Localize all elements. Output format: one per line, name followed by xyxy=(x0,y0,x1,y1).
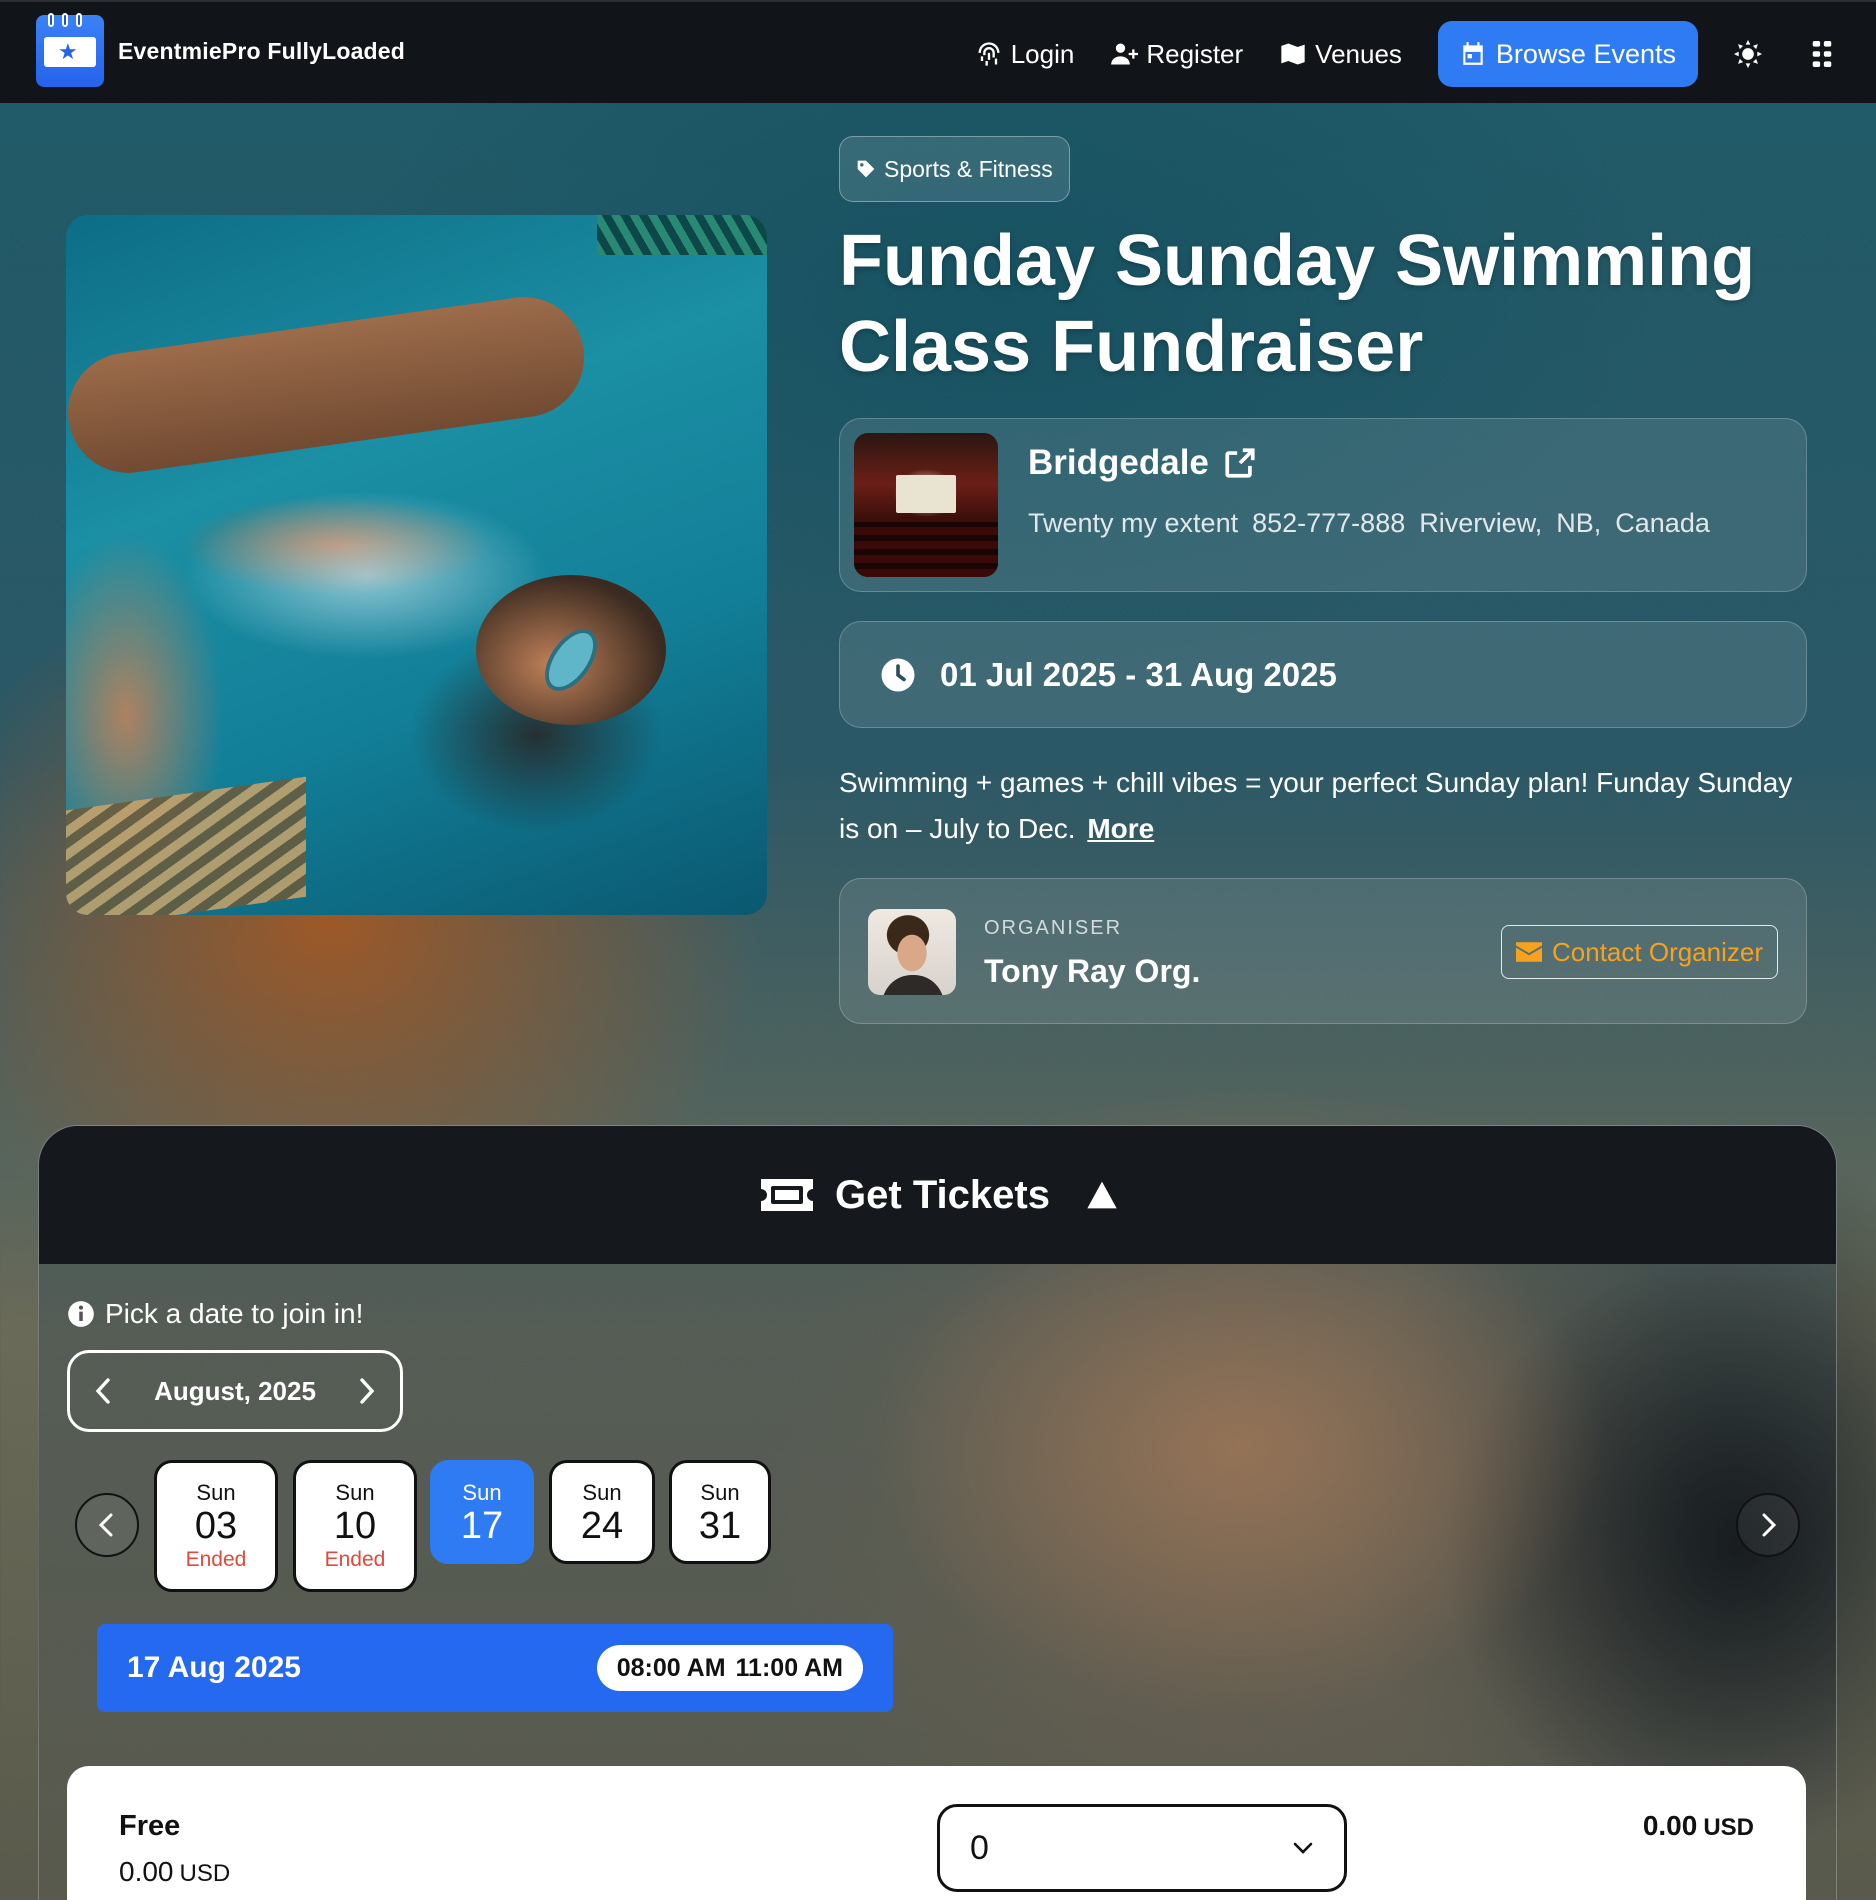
venue-phone: 852-777-888 xyxy=(1252,508,1406,538)
ticket-total-currency: USD xyxy=(1703,1814,1754,1841)
selected-date: 17 Aug 2025 xyxy=(127,1651,301,1684)
venue-city: Riverview, xyxy=(1419,508,1543,538)
date-tile-10[interactable]: Sun 10 Ended xyxy=(293,1460,417,1592)
organiser-avatar xyxy=(868,909,956,995)
date-tile-31[interactable]: Sun 31 xyxy=(669,1460,771,1564)
date-tile-03[interactable]: Sun 03 Ended xyxy=(154,1460,278,1592)
quantity-select[interactable]: 0 xyxy=(937,1804,1347,1892)
start-time: 08:00 AM xyxy=(616,1653,726,1682)
date-day: 10 xyxy=(333,1505,377,1547)
nav-venues-label: Venues xyxy=(1315,38,1402,69)
chevron-right-icon[interactable] xyxy=(354,1377,378,1405)
venue-name: Bridgedale xyxy=(1028,443,1209,482)
tickets-title: Get Tickets xyxy=(835,1172,1050,1217)
selected-schedule-bar: 17 Aug 2025 08:00 AM 11:00 AM xyxy=(97,1624,893,1712)
ticket-total: 0.00 USD xyxy=(1643,1810,1754,1842)
ticket-total-value: 0.00 xyxy=(1642,1810,1698,1841)
ticket-price: 0.00 USD xyxy=(119,1856,230,1888)
date-day: 24 xyxy=(580,1505,624,1547)
event-title: Funday Sunday Swimming Class Fundraiser xyxy=(839,221,1756,387)
date-day: 03 xyxy=(194,1505,238,1547)
nav-links: Login Register Venues Browse Events xyxy=(975,21,1876,87)
ticket-row: Free 0.00 USD 0 0.00 USD xyxy=(67,1766,1806,1900)
tickets-panel: Get Tickets Pick a date to join in! Augu… xyxy=(38,1125,1837,1900)
organiser-name[interactable]: Tony Ray Org. xyxy=(984,953,1200,990)
date-pick-hint: Pick a date to join in! xyxy=(67,1298,363,1330)
ticket-icon xyxy=(761,1179,814,1211)
category-label: Sports & Fitness xyxy=(884,155,1053,182)
event-excerpt: Swimming + games + chill vibes = your pe… xyxy=(839,760,1799,852)
fingerprint-icon xyxy=(978,42,1000,66)
calendar-icon xyxy=(1463,42,1483,65)
date-dow: Sun xyxy=(196,1480,236,1505)
contact-organizer-label: Contact Organizer xyxy=(1552,936,1763,967)
venue-link[interactable]: Bridgedale xyxy=(1028,443,1257,483)
tag-icon xyxy=(857,160,875,178)
dates-prev-button[interactable] xyxy=(75,1493,139,1557)
browse-events-button[interactable]: Browse Events xyxy=(1437,21,1698,87)
nav-venues-link[interactable]: Venues xyxy=(1279,39,1402,70)
venue-address-line: Twenty my extent xyxy=(1028,508,1239,538)
quantity-value: 0 xyxy=(970,1828,989,1867)
category-badge[interactable]: Sports & Fitness xyxy=(839,136,1070,202)
date-tile-24[interactable]: Sun 24 xyxy=(549,1460,655,1564)
date-dow: Sun xyxy=(700,1480,740,1505)
date-tile-17[interactable]: Sun 17 xyxy=(430,1460,534,1564)
user-plus-icon xyxy=(1111,43,1139,65)
chevron-left-icon[interactable] xyxy=(92,1377,116,1405)
date-status: Ended xyxy=(324,1548,386,1571)
external-link-icon xyxy=(1225,448,1255,478)
browse-events-label: Browse Events xyxy=(1495,38,1676,69)
date-pick-hint-text: Pick a date to join in! xyxy=(105,1298,364,1329)
dates-next-button[interactable] xyxy=(1736,1493,1800,1557)
date-dow: Sun xyxy=(335,1480,375,1505)
envelope-icon xyxy=(1516,942,1543,962)
event-poster-image xyxy=(66,215,767,915)
clock-icon xyxy=(881,658,915,692)
more-link[interactable]: More xyxy=(1087,813,1154,844)
nav-login-label: Login xyxy=(1010,38,1075,69)
chevron-left-icon xyxy=(98,1513,113,1537)
ticket-price-currency: USD xyxy=(179,1860,231,1887)
venue-state: NB, xyxy=(1556,508,1602,538)
brand[interactable]: EventmiePro FullyLoaded xyxy=(36,13,406,87)
month-label: August, 2025 xyxy=(154,1375,316,1406)
top-navbar: EventmiePro FullyLoaded Login Register V… xyxy=(0,0,1876,103)
venue-card: Bridgedale Twenty my extent 852-777-888 … xyxy=(839,418,1807,592)
organiser-label: ORGANISER xyxy=(984,917,1123,939)
venue-thumbnail xyxy=(854,433,998,577)
time-slot-badge: 08:00 AM 11:00 AM xyxy=(596,1645,863,1691)
contact-organizer-button[interactable]: Contact Organizer xyxy=(1501,925,1778,979)
venue-country: Canada xyxy=(1615,508,1710,538)
date-day: 17 xyxy=(460,1505,504,1547)
caret-up-icon xyxy=(1087,1181,1117,1209)
date-day: 31 xyxy=(698,1505,742,1547)
grid-dots-icon xyxy=(1812,41,1832,67)
nav-register-link[interactable]: Register xyxy=(1110,39,1243,70)
ticket-price-value: 0.00 xyxy=(119,1856,174,1887)
nav-login-link[interactable]: Login xyxy=(975,38,1075,70)
calendar-logo-icon xyxy=(36,13,104,87)
date-status: Ended xyxy=(185,1548,247,1571)
chevron-right-icon xyxy=(1762,1513,1777,1537)
end-time: 11:00 AM xyxy=(735,1653,843,1682)
nav-register-label: Register xyxy=(1146,38,1244,69)
event-date-card: 01 Jul 2025 - 31 Aug 2025 xyxy=(839,621,1807,728)
month-navigator: August, 2025 xyxy=(67,1350,403,1432)
info-icon xyxy=(68,1301,94,1327)
date-dow: Sun xyxy=(462,1480,502,1505)
organiser-card: ORGANISER Tony Ray Org. Contact Organize… xyxy=(839,878,1807,1024)
ticket-name: Free xyxy=(119,1810,181,1842)
theme-toggle-button[interactable] xyxy=(1728,34,1768,74)
chevron-down-icon xyxy=(1293,1842,1313,1854)
date-dow: Sun xyxy=(582,1480,622,1505)
map-icon xyxy=(1281,43,1305,65)
sun-icon xyxy=(1734,40,1762,68)
venue-address: Twenty my extent 852-777-888 Riverview, … xyxy=(1028,508,1710,539)
brand-name: EventmiePro FullyLoaded xyxy=(118,37,406,64)
tickets-header[interactable]: Get Tickets xyxy=(39,1126,1836,1264)
event-date-range: 01 Jul 2025 - 31 Aug 2025 xyxy=(940,656,1337,693)
event-excerpt-text: Swimming + games + chill vibes = your pe… xyxy=(839,767,1793,844)
apps-menu-button[interactable] xyxy=(1802,34,1842,74)
